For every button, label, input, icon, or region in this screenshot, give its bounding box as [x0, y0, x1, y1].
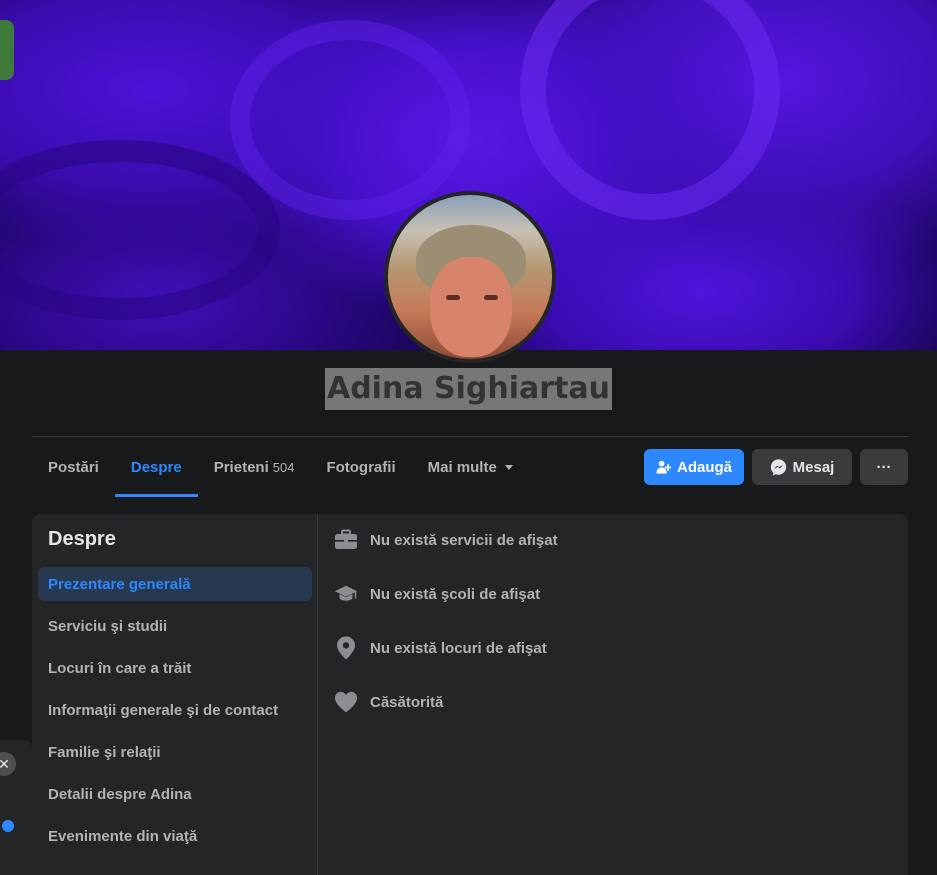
about-menu-places-lived[interactable]: Locuri în care a trăit [38, 651, 312, 685]
tab-label: Despre [130, 458, 182, 476]
about-menu-contact-info[interactable]: Informaţii generale şi de contact [38, 693, 312, 727]
overview-list: Nu există servicii de afişat Nu există ş… [334, 528, 558, 744]
profile-tabs: Postări Despre Prieteni 504 Fotografii M… [32, 437, 529, 497]
overview-education-row: Nu există şcoli de afişat [334, 582, 558, 636]
about-menu: Prezentare generală Serviciu şi studii L… [38, 567, 312, 861]
overview-education-text: Nu există şcoli de afişat [370, 586, 541, 603]
overview-places-row: Nu există locuri de afişat [334, 636, 558, 690]
overview-relationship-row: Căsătorită [334, 690, 558, 744]
close-glyph: ✕ [0, 755, 10, 772]
add-person-icon [656, 460, 671, 474]
message-label: Mesaj [792, 458, 835, 476]
add-friend-label: Adaugă [676, 458, 732, 476]
caret-down-icon [504, 464, 513, 470]
tab-label: Postări [48, 458, 99, 476]
tab-more[interactable]: Mai multe [412, 437, 529, 497]
cover-leaf-detail [0, 20, 14, 80]
graduation-cap-icon [334, 582, 358, 606]
cover-petal [0, 140, 280, 320]
about-title: Despre [48, 528, 116, 550]
overview-work-text: Nu există servicii de afişat [370, 532, 558, 549]
profile-name: Adina Sighiartau [324, 368, 612, 410]
avatar-eye [446, 295, 460, 300]
about-sidebar: Despre Prezentare generală Serviciu şi s… [32, 514, 318, 875]
about-menu-family[interactable]: Familie şi relaţii [38, 735, 312, 769]
profile-actions: Adaugă Mesaj ··· [644, 449, 908, 485]
friends-count: 504 [272, 459, 295, 475]
profile-avatar[interactable] [384, 191, 556, 363]
heart-icon [334, 690, 358, 714]
overview-relationship-text: Căsătorită [370, 694, 444, 711]
overview-places-text: Nu există locuri de afişat [370, 640, 547, 657]
messenger-icon [770, 458, 786, 476]
tab-posts[interactable]: Postări [32, 437, 115, 497]
tab-photos[interactable]: Fotografii [310, 437, 411, 497]
avatar-eye [484, 295, 498, 300]
about-menu-details[interactable]: Detalii despre Adina [38, 777, 312, 811]
tab-label: Mai multe [427, 458, 497, 476]
tab-friends[interactable]: Prieteni 504 [198, 437, 311, 497]
cover-petal [520, 0, 780, 220]
overview-work-row: Nu există servicii de afişat [334, 528, 558, 582]
location-pin-icon [334, 636, 358, 660]
about-menu-life-events[interactable]: Evenimente din viaţă [38, 819, 312, 853]
online-status-dot [2, 820, 14, 832]
about-menu-work-education[interactable]: Serviciu şi studii [38, 609, 312, 643]
about-menu-overview[interactable]: Prezentare generală [38, 567, 312, 601]
profile-name-container: Adina Sighiartau [0, 368, 937, 410]
tab-label: Prieteni [213, 458, 269, 476]
more-options-icon: ··· [876, 458, 892, 476]
more-options-button[interactable]: ··· [860, 449, 908, 485]
briefcase-icon [334, 528, 358, 552]
tab-about[interactable]: Despre [114, 437, 198, 497]
tab-label: Fotografii [326, 458, 396, 476]
message-button[interactable]: Mesaj [752, 449, 852, 485]
about-card: Despre Prezentare generală Serviciu şi s… [32, 514, 908, 875]
cover-petal [230, 20, 470, 220]
avatar-face [430, 257, 512, 357]
add-friend-button[interactable]: Adaugă [644, 449, 744, 485]
